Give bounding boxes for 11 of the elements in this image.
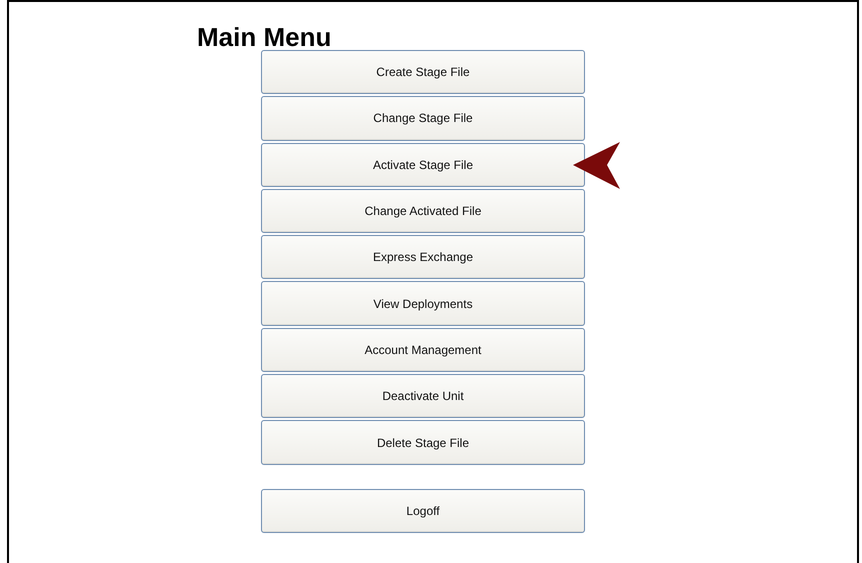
menu-button[interactable]: View Deployments bbox=[261, 281, 585, 326]
menu-button[interactable]: Express Exchange bbox=[261, 235, 585, 280]
logoff-button[interactable]: Logoff bbox=[261, 488, 585, 533]
menu-button[interactable]: Change Stage File bbox=[261, 96, 585, 141]
menu-button[interactable]: Activate Stage File bbox=[261, 142, 585, 187]
menu-button[interactable]: Account Management bbox=[261, 328, 585, 372]
menu-button[interactable]: Delete Stage File bbox=[261, 420, 585, 465]
menu-button[interactable]: Change Activated File bbox=[261, 188, 585, 234]
menu-button[interactable]: Create Stage File bbox=[261, 50, 585, 94]
menu-button[interactable]: Deactivate Unit bbox=[261, 374, 585, 418]
page-title: Main Menu bbox=[197, 21, 332, 53]
